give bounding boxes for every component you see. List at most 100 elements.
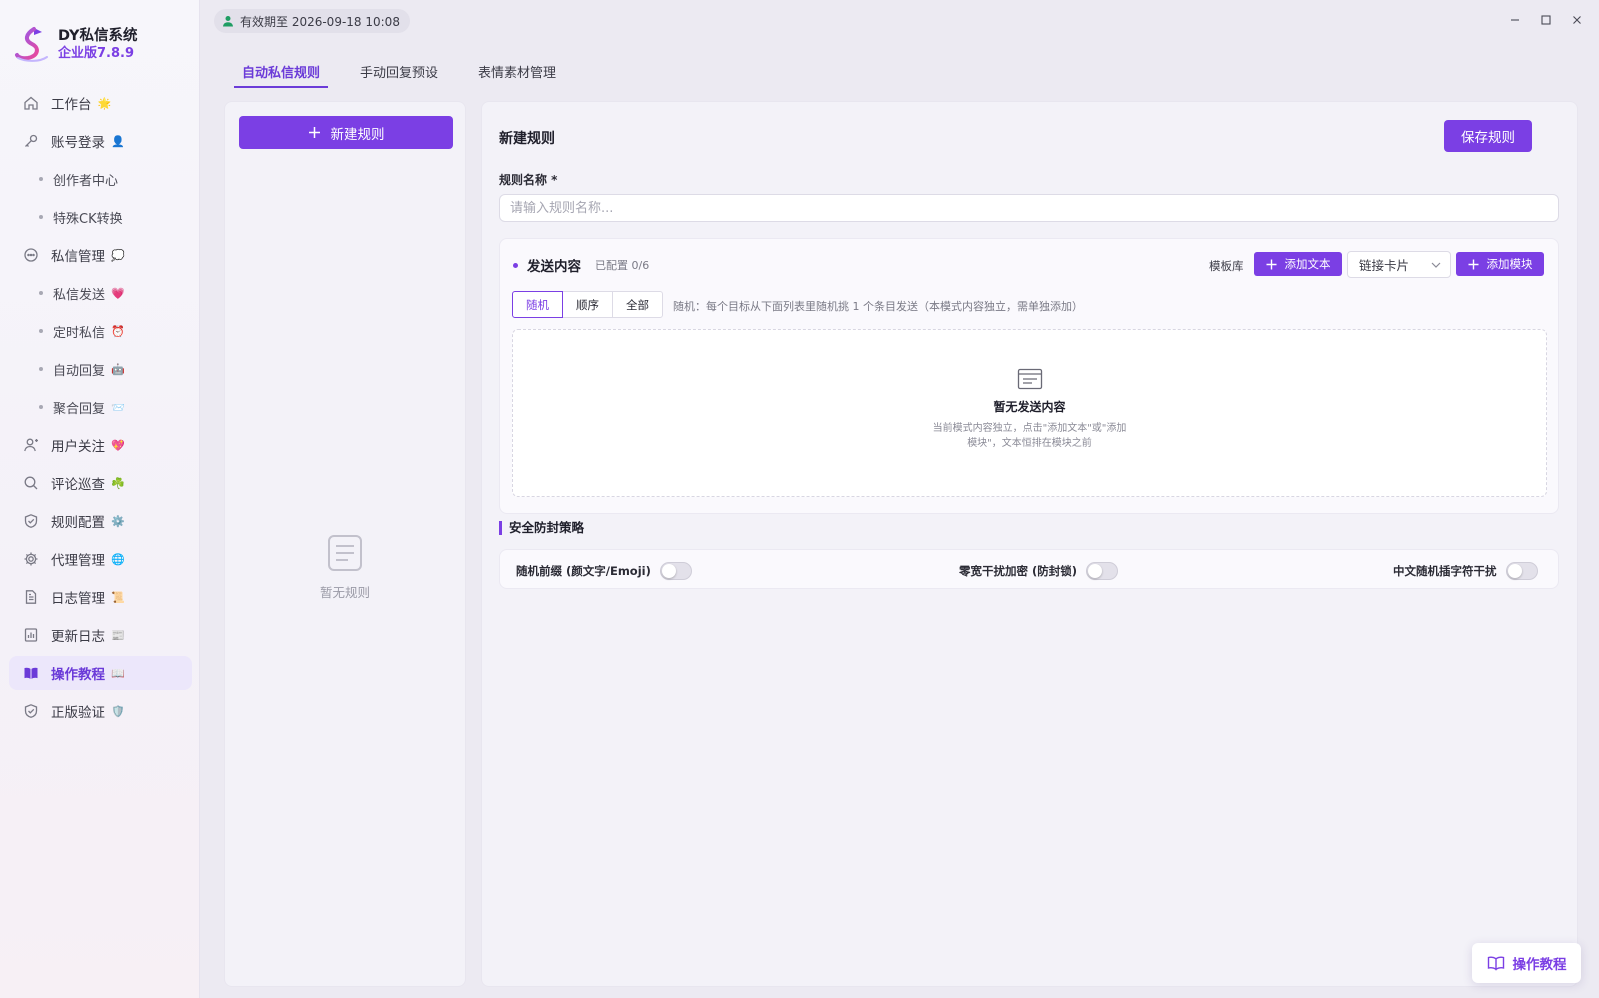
floating-tutorial-label: 操作教程 <box>1512 957 1567 973</box>
robot-emoji-icon: 🤖 <box>111 362 125 376</box>
tab-manual-reply-presets[interactable]: 手动回复预设 <box>352 58 446 88</box>
new-rule-button[interactable]: 新建规则 <box>239 116 453 149</box>
rules-list-panel: 新建规则 暂无规则 <box>224 101 466 987</box>
sidebar-item-creator-center[interactable]: 创作者中心 <box>9 162 192 196</box>
maximize-icon[interactable] <box>1539 13 1553 27</box>
add-module-button[interactable]: 添加模块 <box>1456 252 1544 276</box>
sidebar-item-user-follow[interactable]: 用户关注 💖 <box>9 428 192 462</box>
clover-emoji-icon: ☘️ <box>111 476 125 490</box>
sidebar-item-tutorial[interactable]: 操作教程 📖 <box>9 656 192 690</box>
sidebar-item-auto-reply[interactable]: 自动回复 🤖 <box>9 352 192 386</box>
toggle-knob <box>661 564 676 578</box>
tab-emoji-materials[interactable]: 表情素材管理 <box>470 58 564 88</box>
chinese-insert-toggle[interactable] <box>1505 562 1538 580</box>
empty-rules-text: 暂无规则 <box>319 585 370 600</box>
gear-icon <box>24 552 38 566</box>
chinese-insert-option: 中文随机插字符干扰 <box>1393 562 1538 580</box>
sidebar-item-changelog[interactable]: 更新日志 📰 <box>9 618 192 652</box>
shield-check-icon <box>24 704 38 718</box>
mode-sequential-option[interactable]: 顺序 <box>562 291 613 318</box>
sidebar-item-label: 日志管理 <box>51 591 105 607</box>
empty-document-icon <box>328 535 362 571</box>
sidebar-item-label: 用户关注 <box>51 439 105 455</box>
rule-name-input[interactable] <box>499 194 1559 222</box>
security-strategy-title: 安全防封策略 <box>499 521 584 535</box>
floating-tutorial-button[interactable]: 操作教程 <box>1472 943 1581 983</box>
gear-emoji-icon: ⚙️ <box>111 514 125 528</box>
tab-auto-message-rules[interactable]: 自动私信规则 <box>234 58 329 88</box>
user-icon <box>223 16 233 27</box>
sidebar-item-label: 账号登录 <box>51 135 105 151</box>
option-label: 随机前缀 (颜文字/Emoji) <box>516 564 651 578</box>
sidebar-item-label: 代理管理 <box>51 553 105 569</box>
mode-random-option[interactable]: 随机 <box>512 291 563 318</box>
alarm-emoji-icon: ⏰ <box>111 324 125 338</box>
new-rule-label: 新建规则 <box>330 126 385 143</box>
person-emoji-icon: 👤 <box>111 134 125 148</box>
send-content-card: 发送内容 已配置 0/6 模板库 添加文本 链接卡片 添加模块 随机 顺序 全部… <box>499 238 1559 514</box>
sidebar-item-aggregate-reply[interactable]: 聚合回复 📨 <box>9 390 192 424</box>
app-logo-icon <box>15 27 48 62</box>
zero-width-option: 零宽干扰加密 (防封锁) <box>959 562 1119 580</box>
sidebar: DY私信系统 企业版7.8.9 工作台 🌟 账号登录 👤 创作者中心 特殊CK转… <box>0 0 200 998</box>
chevron-down-icon <box>1431 262 1441 268</box>
send-content-empty-state: 暂无发送内容 当前模式内容独立，点击"添加文本"或"添加模块"，文本恒排在模块之… <box>512 329 1547 497</box>
book-icon <box>24 667 38 679</box>
sidebar-item-label: 正版验证 <box>51 705 105 721</box>
random-prefix-toggle[interactable] <box>659 562 692 580</box>
sidebar-nav: 工作台 🌟 账号登录 👤 创作者中心 特殊CK转换 私信管理 💭 私信发送 💗 <box>9 86 192 732</box>
rule-name-label: 规则名称 * <box>499 173 558 187</box>
shield-emoji-icon: 🛡️ <box>111 704 125 718</box>
thought-emoji-icon: 💭 <box>111 248 125 262</box>
open-book-emoji-icon: 📖 <box>111 666 125 680</box>
security-options-card: 随机前缀 (颜文字/Emoji) 零宽干扰加密 (防封锁) 中文随机插字符干扰 <box>499 549 1559 589</box>
sidebar-item-account-login[interactable]: 账号登录 👤 <box>9 124 192 158</box>
plus-icon <box>1266 259 1276 269</box>
bullet-dot <box>39 367 43 371</box>
add-text-button[interactable]: 添加文本 <box>1254 252 1342 276</box>
sidebar-item-license-verify[interactable]: 正版验证 🛡️ <box>9 694 192 728</box>
option-label: 中文随机插字符干扰 <box>1393 564 1497 578</box>
sidebar-item-message-manage[interactable]: 私信管理 💭 <box>9 238 192 272</box>
empty-rules-state: 暂无规则 <box>225 534 465 601</box>
sidebar-item-label: 私信发送 <box>53 287 106 303</box>
shield-check-icon <box>24 514 38 528</box>
sidebar-item-label: 评论巡查 <box>51 477 105 493</box>
add-module-label: 添加模块 <box>1486 257 1533 271</box>
chat-icon <box>24 248 38 262</box>
open-book-icon <box>1487 956 1504 971</box>
zero-width-toggle[interactable] <box>1086 562 1119 580</box>
sidebar-item-scheduled-message[interactable]: 定时私信 ⏰ <box>9 314 192 348</box>
globe-emoji-icon: 🌐 <box>111 552 125 566</box>
template-library-link[interactable]: 模板库 <box>1209 258 1244 274</box>
random-prefix-option: 随机前缀 (颜文字/Emoji) <box>516 562 692 580</box>
link-card-select[interactable]: 链接卡片 <box>1347 251 1451 278</box>
document-icon <box>25 590 37 604</box>
send-mode-segmented: 随机 顺序 全部 <box>512 291 663 318</box>
sidebar-item-message-send[interactable]: 私信发送 💗 <box>9 276 192 310</box>
empty-inbox-icon <box>1017 368 1042 390</box>
sidebar-item-label: 创作者中心 <box>53 173 119 189</box>
toggle-knob <box>1507 564 1522 578</box>
sidebar-item-ck-convert[interactable]: 特殊CK转换 <box>9 200 192 234</box>
sidebar-item-label: 聚合回复 <box>53 401 106 417</box>
sidebar-item-workbench[interactable]: 工作台 🌟 <box>9 86 192 120</box>
sidebar-item-rule-config[interactable]: 规则配置 ⚙️ <box>9 504 192 538</box>
empty-send-title: 暂无发送内容 <box>993 400 1066 414</box>
save-rule-button[interactable]: 保存规则 <box>1444 120 1532 152</box>
key-icon <box>25 134 38 147</box>
toggle-knob <box>1088 564 1103 578</box>
sidebar-item-proxy-manage[interactable]: 代理管理 🌐 <box>9 542 192 576</box>
section-dot <box>513 263 518 268</box>
bullet-dot <box>39 405 43 409</box>
tab-bar: 自动私信规则 手动回复预设 表情素材管理 <box>234 58 588 88</box>
sidebar-item-comment-patrol[interactable]: 评论巡查 ☘️ <box>9 466 192 500</box>
sidebar-item-log-manage[interactable]: 日志管理 📜 <box>9 580 192 614</box>
newspaper-emoji-icon: 📰 <box>111 628 125 642</box>
close-icon[interactable] <box>1570 13 1584 27</box>
license-expire-badge: 有效期至 2026-09-18 10:08 <box>214 9 410 33</box>
send-content-title: 发送内容 <box>527 259 581 275</box>
minimize-icon[interactable] <box>1508 13 1522 27</box>
mode-all-option[interactable]: 全部 <box>612 291 663 318</box>
sidebar-item-label: 更新日志 <box>51 629 105 645</box>
